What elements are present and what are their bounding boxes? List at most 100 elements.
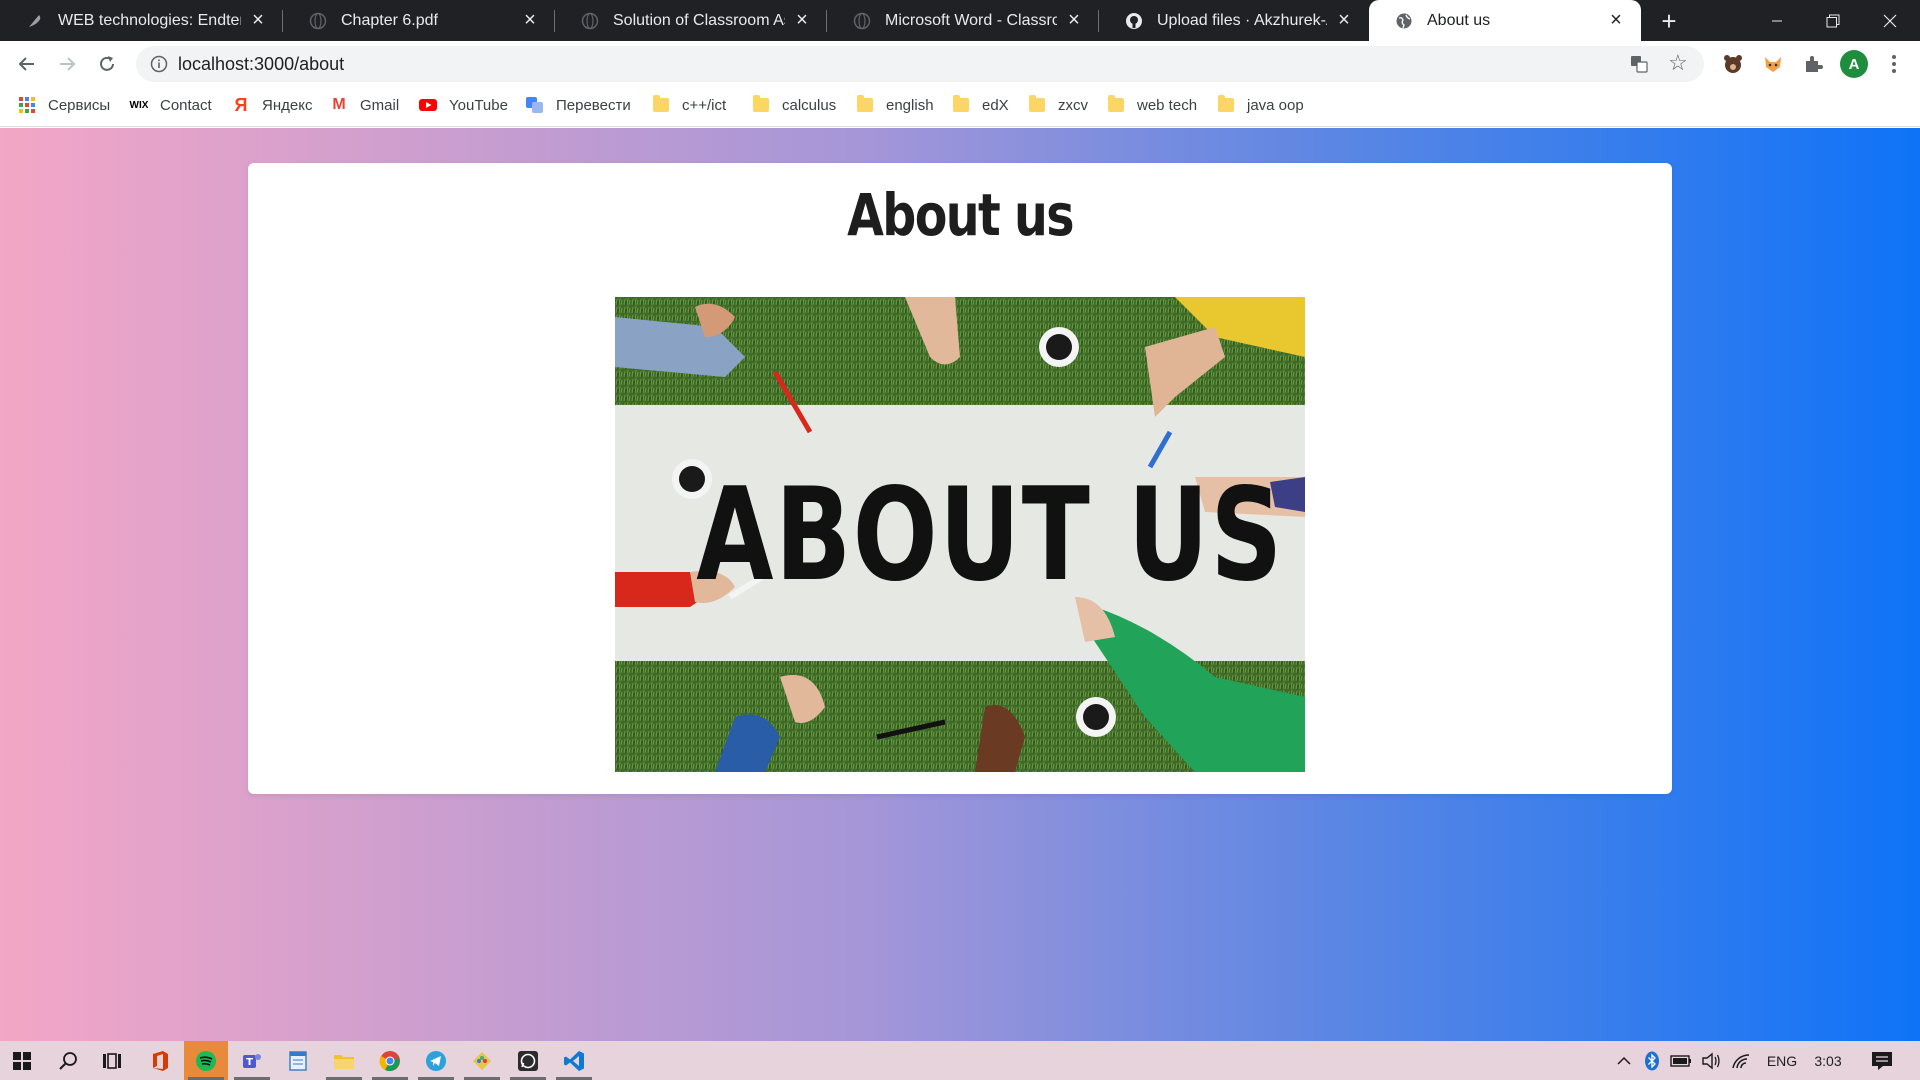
- bookmark-label: Перевести: [556, 96, 631, 114]
- bookmark-yandex[interactable]: Я Яндекс: [232, 87, 313, 123]
- battery-tray[interactable]: [1668, 1041, 1694, 1080]
- hero-illustration: ABOUT US: [615, 297, 1305, 772]
- extensions-puzzle-icon[interactable]: [1802, 53, 1824, 75]
- bookmark-label: Сервисы: [48, 96, 111, 114]
- search-icon: [59, 1051, 77, 1070]
- windows-start-icon: [13, 1051, 31, 1070]
- new-tab-button[interactable]: +: [1654, 6, 1684, 36]
- taskbar-telegram[interactable]: [414, 1041, 458, 1080]
- youtube-icon: [419, 99, 437, 111]
- bookmark-star-icon[interactable]: ☆: [1668, 50, 1688, 76]
- folder-icon: [652, 95, 670, 114]
- bookmark-translate[interactable]: Перевести: [526, 87, 631, 123]
- bookmark-youtube[interactable]: YouTube: [419, 87, 508, 123]
- vscode-icon: [564, 1050, 584, 1071]
- bookmark-folder-english[interactable]: english: [856, 87, 934, 123]
- input-language[interactable]: ENG: [1760, 1041, 1804, 1080]
- tab-upload-files[interactable]: Upload files · Akzhurek-A/En ×: [1099, 0, 1369, 41]
- clock[interactable]: 3:03: [1806, 1041, 1850, 1080]
- bluetooth-tray[interactable]: [1640, 1041, 1664, 1080]
- reload-button[interactable]: [92, 49, 122, 79]
- start-button[interactable]: [0, 1041, 44, 1080]
- feather-icon: [29, 14, 41, 27]
- tab-microsoft-word[interactable]: Microsoft Word - Classroom ×: [827, 0, 1099, 41]
- battery-icon: [1670, 1054, 1691, 1067]
- url-text[interactable]: localhost:3000/about: [178, 54, 344, 75]
- bookmark-label: edX: [982, 96, 1009, 114]
- close-tab-icon[interactable]: ×: [1063, 9, 1085, 32]
- forward-button[interactable]: [52, 49, 82, 79]
- tab-title: WEB technologies: Endterm: [58, 11, 241, 29]
- task-view-button[interactable]: [90, 1041, 134, 1080]
- folder-icon: [752, 95, 770, 114]
- taskbar-whatsapp[interactable]: [506, 1041, 550, 1080]
- chevron-up-icon: [1617, 1056, 1631, 1065]
- wifi-tray[interactable]: [1728, 1041, 1754, 1080]
- close-icon: [1883, 14, 1897, 27]
- back-button[interactable]: [12, 49, 42, 79]
- close-window-button[interactable]: [1862, 0, 1918, 41]
- tab-title: Chapter 6.pdf: [341, 11, 438, 29]
- folder-icon: [952, 95, 970, 114]
- translate-page-icon[interactable]: [1630, 55, 1648, 73]
- translate-icon: [526, 97, 543, 113]
- bookmark-folder-java-oop[interactable]: java oop: [1217, 87, 1304, 123]
- folder-icon: [1217, 95, 1235, 114]
- restore-button[interactable]: [1805, 0, 1861, 41]
- bookmark-folder-zxcv[interactable]: zxcv: [1028, 87, 1088, 123]
- minimize-button[interactable]: [1749, 0, 1805, 41]
- bear-extension-icon[interactable]: [1722, 53, 1744, 75]
- close-tab-icon[interactable]: ×: [1333, 9, 1355, 32]
- taskbar-search[interactable]: [46, 1041, 90, 1080]
- minimize-icon: [1772, 20, 1782, 21]
- globe-icon: [581, 12, 599, 29]
- page-title: About us: [847, 181, 1074, 249]
- taskbar-paint[interactable]: [460, 1041, 504, 1080]
- bookmark-label: YouTube: [449, 96, 508, 114]
- address-bar[interactable]: localhost:3000/about ☆: [136, 46, 1704, 82]
- browser-menu-button[interactable]: [1880, 50, 1908, 78]
- file-explorer-icon: [334, 1054, 354, 1069]
- taskbar-office[interactable]: [138, 1041, 182, 1080]
- close-tab-icon[interactable]: ×: [247, 9, 269, 32]
- volume-tray[interactable]: [1698, 1041, 1724, 1080]
- bookmark-folder-web-tech[interactable]: web tech: [1107, 87, 1197, 123]
- yandex-icon: Я: [234, 94, 248, 115]
- site-info-icon[interactable]: [150, 55, 168, 73]
- volume-icon: [1702, 1052, 1720, 1069]
- bookmark-gmail[interactable]: M Gmail: [330, 87, 399, 123]
- close-tab-icon[interactable]: ×: [519, 9, 541, 32]
- arrow-right-icon: [60, 57, 76, 71]
- svg-text:T: T: [246, 1057, 253, 1068]
- bookmark-folder-edx[interactable]: edX: [952, 87, 1009, 123]
- tab-about-us[interactable]: About us ×: [1369, 0, 1641, 41]
- profile-avatar[interactable]: A: [1840, 50, 1868, 78]
- taskbar-spotify[interactable]: [184, 1041, 228, 1080]
- bookmark-contact[interactable]: WIX Contact: [128, 87, 212, 123]
- about-card: About us ABOUT US: [248, 163, 1672, 794]
- notifications-button[interactable]: [1864, 1041, 1900, 1080]
- show-hidden-icons-button[interactable]: [1612, 1041, 1636, 1080]
- bookmark-services[interactable]: Сервисы: [18, 87, 110, 123]
- taskbar-file-explorer[interactable]: [322, 1041, 366, 1080]
- taskbar-chrome[interactable]: [368, 1041, 412, 1080]
- tab-chapter-6[interactable]: Chapter 6.pdf ×: [283, 0, 555, 41]
- gmail-icon: M: [332, 96, 346, 113]
- fox-extension-icon[interactable]: [1762, 53, 1784, 75]
- folder-icon: [1107, 95, 1125, 114]
- tab-title: About us: [1427, 11, 1491, 29]
- bookmark-folder-calculus[interactable]: calculus: [752, 87, 836, 123]
- close-tab-icon[interactable]: ×: [1605, 9, 1627, 32]
- hero-image-text: ABOUT US: [696, 461, 1284, 610]
- bookmark-folder-cpp-ict[interactable]: c++/ict: [652, 87, 726, 123]
- taskbar-vscode[interactable]: [552, 1041, 596, 1080]
- tab-solution-classroom[interactable]: Solution of Classroom Assign ×: [555, 0, 827, 41]
- about-us-hero-image: ABOUT US: [615, 297, 1305, 772]
- tab-strip: WEB technologies: Endterm × Chapter 6.pd…: [0, 0, 1920, 41]
- office-icon: [153, 1050, 168, 1071]
- close-tab-icon[interactable]: ×: [791, 9, 813, 32]
- taskbar-teams[interactable]: T: [230, 1041, 274, 1080]
- tab-web-technologies[interactable]: WEB technologies: Endterm ×: [0, 0, 283, 41]
- reload-icon: [100, 56, 114, 71]
- taskbar-notepad[interactable]: [276, 1041, 320, 1080]
